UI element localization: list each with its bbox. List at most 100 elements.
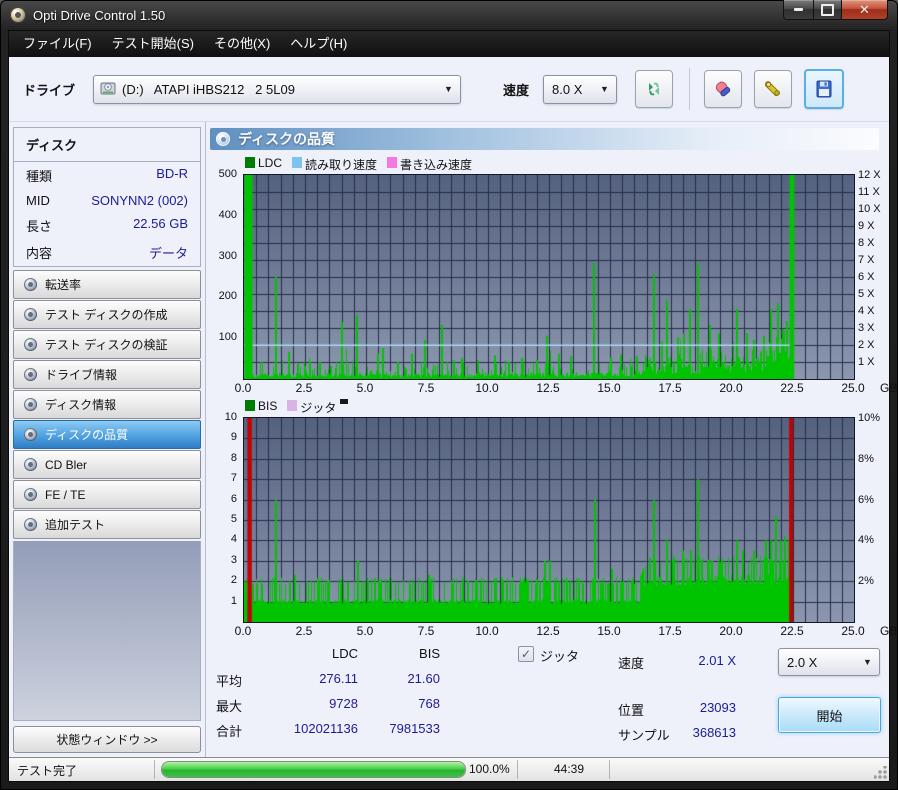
- menu-item-others[interactable]: その他(X): [204, 31, 280, 57]
- erase-button[interactable]: [704, 70, 743, 108]
- x-axis-tick: 25.0: [841, 624, 865, 638]
- stats-col-ldc: LDC: [331, 646, 358, 661]
- disc-icon: [24, 428, 37, 441]
- x-axis-tick: 2.5: [295, 381, 313, 395]
- sidebar-item-label: CD Bler: [45, 457, 88, 472]
- client-area: ファイル(F) テスト開始(S) その他(X) ヘルプ(H) ドライブ (D:) AT…: [8, 30, 897, 782]
- x-axis-tick: 17.5: [658, 381, 682, 395]
- stats-col-bis: BIS: [419, 646, 440, 661]
- status-window-button[interactable]: 状態ウィンドウ >>: [13, 726, 201, 753]
- statusbar-separator: [517, 760, 518, 779]
- y-axis-tick-right: 4 X: [858, 305, 875, 317]
- y-axis-tick: 3: [230, 553, 237, 566]
- main-panel: ディスクの品質 LDC 読み取り速度 書き込み速度 500 400 300 200 100 12…: [206, 122, 897, 757]
- sidebar-item-disc-quality[interactable]: ディスクの品質: [13, 420, 201, 449]
- y-axis-tick: 200: [218, 290, 237, 303]
- sidebar-item-disc-info[interactable]: ディスク情報: [13, 390, 201, 419]
- y-axis-tick-right: 10 X: [858, 203, 881, 215]
- close-button[interactable]: ✕: [842, 0, 888, 20]
- x-axis-tick: 12.5: [536, 624, 560, 638]
- tools-button[interactable]: [754, 70, 793, 108]
- legend-label: LDC: [258, 156, 283, 170]
- minimize-icon: [794, 8, 803, 11]
- refresh-icon: [649, 82, 660, 96]
- y-axis-tick: 5: [230, 513, 237, 525]
- disc-icon: [24, 458, 37, 471]
- refresh-button[interactable]: [635, 70, 674, 108]
- stats-bis-value: 21.60: [407, 671, 440, 686]
- x-axis-tick: 2.5: [295, 624, 313, 638]
- progress-percent: 100.0%: [469, 762, 510, 776]
- sidebar-item-verify-test-disc[interactable]: テスト ディスクの検証: [13, 330, 201, 359]
- y-axis-tick-right: 10%: [858, 412, 881, 424]
- sidebar-item-label: テスト ディスクの検証: [45, 338, 168, 352]
- disc-icon: [24, 398, 37, 411]
- sidebar-item-drive-info[interactable]: ドライブ情報: [13, 360, 201, 389]
- chevron-down-icon: ▼: [600, 83, 609, 94]
- y-axis-tick: 6: [230, 492, 237, 505]
- quality-speed-select[interactable]: 2.0 X ▼: [778, 648, 880, 676]
- maximize-button[interactable]: [814, 0, 842, 20]
- wrench-icon: [765, 81, 781, 97]
- minimize-button[interactable]: [783, 0, 814, 20]
- menu-item-file[interactable]: ファイル(F): [13, 31, 102, 57]
- stats-row-label: 最大: [216, 699, 243, 714]
- speed-select[interactable]: 8.0 X ▼: [543, 74, 618, 104]
- plot-canvas-bis-chart: [243, 417, 855, 623]
- jitter-checkbox[interactable]: ✓: [518, 646, 534, 662]
- disc-info-row: 長さ 22.56 GB: [14, 212, 200, 239]
- drive-select-value: (D:) ATAPI iHBS212 2 5L09: [122, 81, 295, 97]
- y-axis-tick: 7: [230, 472, 237, 485]
- disc-info-label: MID: [26, 193, 50, 208]
- title-bar[interactable]: Opti Drive Control 1.50 ✕: [0, 0, 898, 30]
- toolbar: ドライブ (D:) ATAPI iHBS212 2 5L09 ▼ 速度 8.0 …: [9, 57, 889, 122]
- y-axis-tick: 1: [230, 594, 237, 607]
- disc-icon: [24, 308, 37, 321]
- quality-speed-value: 2.0 X: [787, 654, 818, 670]
- menu-item-help[interactable]: ヘルプ(H): [280, 31, 357, 57]
- x-axis-tick: 22.5: [780, 624, 804, 638]
- save-button[interactable]: [804, 69, 845, 109]
- jitter-checkbox-label: ジッタ: [540, 649, 580, 664]
- y-axis-tick-right: 12 X: [858, 169, 881, 181]
- y-axis-tick-right: 2 X: [858, 339, 875, 351]
- y-axis-tick: 8: [230, 451, 237, 464]
- sidebar-item-create-test-disc[interactable]: テスト ディスクの作成: [13, 300, 201, 329]
- start-button[interactable]: 開始: [778, 697, 881, 733]
- stats-row-label: 平均: [216, 674, 243, 689]
- resize-grip[interactable]: [874, 766, 887, 779]
- x-axis-tick: 20.0: [719, 381, 743, 395]
- y-axis-tick-right: 8 X: [858, 237, 875, 249]
- close-icon: ✕: [859, 1, 870, 17]
- x-axis-tick: 5.0: [356, 624, 374, 638]
- y-axis-tick-right: 7 X: [858, 254, 875, 266]
- disc-icon: [216, 132, 230, 146]
- y-axis-tick-right: 9 X: [858, 220, 875, 232]
- toolbar-separator: [689, 68, 691, 110]
- speed-label: 速度: [503, 82, 530, 98]
- disc-info-row: 種類 BD-R: [14, 162, 200, 189]
- app-disc-icon: [10, 7, 26, 23]
- x-axis-tick: 10.0: [475, 624, 499, 638]
- chart-legend: LDC 読み取り速度 書き込み速度: [245, 156, 472, 173]
- x-axis-tick: 12.5: [536, 381, 560, 395]
- floppy-icon: [816, 80, 832, 98]
- statusbar-separator: [154, 760, 155, 779]
- sidebar-item-additional-tests[interactable]: 追加テスト: [13, 510, 201, 539]
- sidebar-item-label: 転送率: [45, 278, 82, 292]
- elapsed-time: 44:39: [553, 762, 584, 776]
- menu-bar: ファイル(F) テスト開始(S) その他(X) ヘルプ(H): [9, 31, 889, 57]
- window-controls: ✕: [783, 0, 888, 20]
- disc-info-panel: ディスク 種類 BD-R MID SONYNN2 (002) 長さ 22.56 GB 内容 デ…: [13, 127, 201, 267]
- legend-label: 書き込み速度: [400, 158, 473, 172]
- disc-info-row: 内容 データ: [14, 239, 200, 266]
- drive-select[interactable]: (D:) ATAPI iHBS212 2 5L09 ▼: [93, 74, 462, 104]
- y-axis-tick-right: 1 X: [858, 356, 875, 368]
- sidebar-item-cd-bler[interactable]: CD Bler: [13, 450, 201, 479]
- legend-swatch: [287, 400, 298, 411]
- disc-info-value: 22.56 GB: [133, 216, 188, 231]
- sidebar-item-transfer-rate[interactable]: 転送率: [13, 270, 201, 299]
- sidebar-item-fe-te[interactable]: FE / TE: [13, 480, 201, 509]
- menu-item-start-test[interactable]: テスト開始(S): [102, 31, 204, 57]
- app-window: Opti Drive Control 1.50 ✕ ファイル(F) テスト開始(S…: [0, 0, 898, 790]
